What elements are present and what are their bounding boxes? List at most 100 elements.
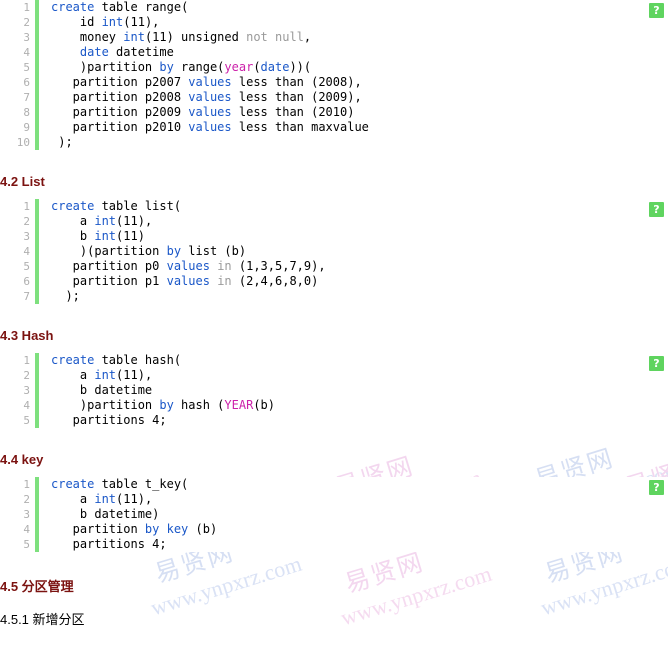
broken-image-badge: ?: [649, 202, 664, 217]
code-line: partitions 4;: [51, 537, 217, 552]
broken-image-badge: ?: [649, 3, 664, 18]
line-number: 6: [23, 76, 30, 89]
code-block-t-key[interactable]: ? 1 2 3 4 5 create table t_key( a int(11), b…: [0, 477, 668, 552]
line-number: 5: [23, 538, 30, 551]
code-line: a int(11),: [51, 492, 217, 507]
code-token: (b): [253, 398, 275, 412]
code-token: partition p2009: [51, 105, 189, 119]
code-text[interactable]: create table range( id int(11), money in…: [39, 0, 369, 150]
line-number-gutter: 1 2 3 4 5: [0, 477, 35, 552]
code-line: b int(11): [51, 229, 326, 244]
code-block-range[interactable]: ? 1 2 3 4 5 6 7 8 9 10 create table range( id int…: [0, 0, 668, 150]
code-token: hash (: [173, 398, 225, 412]
line-number: 3: [23, 230, 30, 243]
code-token: less than maxvalue: [231, 120, 369, 134]
code-block-list[interactable]: ? 1 2 3 4 5 6 7 create table list( a int(11), …: [0, 199, 668, 304]
code-token: partitions 4;: [51, 413, 167, 427]
code-token: partition p2010: [51, 120, 189, 134]
line-number: 1: [23, 354, 30, 367]
code-token: a: [51, 214, 95, 228]
code-line: money int(11) unsigned not null,: [51, 30, 369, 45]
code-token: date: [260, 60, 290, 74]
code-token: partition p1: [51, 274, 167, 288]
code-token: b datetime: [51, 383, 153, 397]
code-line: );: [51, 289, 326, 304]
code-token: values: [188, 120, 232, 134]
heading-4-5-1-add-partition: 4.5.1 新增分区: [0, 612, 85, 627]
line-number: 2: [23, 369, 30, 382]
code-token: ,: [303, 30, 312, 44]
code-token: values: [166, 274, 210, 288]
code-token: (11),: [123, 15, 160, 29]
code-token: (11) unsigned: [144, 30, 247, 44]
code-line: create table hash(: [51, 353, 275, 368]
line-number: 2: [23, 493, 30, 506]
code-token: )partition: [51, 398, 160, 412]
code-line: partition p0 values in (1,3,5,7,9),: [51, 259, 326, 274]
line-number: 1: [23, 478, 30, 491]
code-token: (b): [188, 522, 218, 536]
code-block-hash[interactable]: ? 1 2 3 4 5 create table hash( a int(11), b …: [0, 353, 668, 428]
code-token: in: [217, 259, 232, 273]
line-number: 5: [23, 260, 30, 273]
line-number: 4: [23, 399, 30, 412]
code-token: values: [188, 90, 232, 104]
code-token: int: [123, 30, 145, 44]
code-token: id: [51, 15, 102, 29]
line-number: 7: [23, 91, 30, 104]
code-text[interactable]: create table list( a int(11), b int(11) …: [39, 199, 326, 304]
code-line: partition p2008 values less than (2009),: [51, 90, 369, 105]
line-number: 3: [23, 31, 30, 44]
code-token: not null: [246, 30, 304, 44]
code-token: in: [217, 274, 232, 288]
code-token: int: [94, 229, 117, 243]
line-number: 7: [23, 290, 30, 303]
code-token: values: [166, 259, 210, 273]
code-token: )partition: [51, 60, 160, 74]
code-token: int: [101, 15, 124, 29]
code-token: (11),: [116, 368, 153, 382]
code-token: by: [144, 522, 160, 536]
code-token: int: [94, 368, 117, 382]
code-text[interactable]: create table hash( a int(11), b datetime…: [39, 353, 275, 428]
code-token: int: [94, 492, 117, 506]
broken-image-badge: ?: [649, 356, 664, 371]
code-token: range(: [137, 0, 189, 14]
code-token: less than (2010): [231, 105, 355, 119]
line-number: 3: [23, 384, 30, 397]
code-token: partition p2007: [51, 75, 189, 89]
code-token: table t_key(: [94, 477, 189, 491]
code-token: create: [51, 199, 95, 213]
line-number: 4: [23, 245, 30, 258]
code-line: )partition by hash (YEAR(b): [51, 398, 275, 413]
code-token: create: [51, 0, 95, 14]
code-token: YEAR: [224, 398, 254, 412]
code-line: partition p2010 values less than maxvalu…: [51, 120, 369, 135]
line-number: 1: [23, 1, 30, 14]
code-line: partition p2007 values less than (2008),: [51, 75, 369, 90]
code-line: partition p1 values in (2,4,6,8,0): [51, 274, 326, 289]
code-token: partition p2008: [51, 90, 189, 104]
heading-4-3-hash: 4.3 Hash: [0, 328, 54, 343]
code-token: date: [79, 45, 109, 59]
code-text[interactable]: create table t_key( a int(11), b datetim…: [39, 477, 217, 552]
code-line: partition by key (b): [51, 522, 218, 537]
code-token: by: [159, 60, 174, 74]
code-token: (2,4,6,8,0): [231, 274, 319, 288]
broken-image-badge: ?: [649, 480, 664, 495]
code-token: (11),: [116, 492, 153, 506]
code-line: a int(11),: [51, 368, 275, 383]
heading-4-5-partition-management: 4.5 分区管理: [0, 579, 74, 594]
code-line: partitions 4;: [51, 413, 275, 428]
code-token: key: [166, 522, 189, 536]
line-number: 4: [23, 523, 30, 536]
code-token: create: [51, 477, 95, 491]
code-token: less than (2008),: [231, 75, 362, 89]
code-token: a: [51, 368, 95, 382]
code-token: );: [51, 289, 80, 303]
document-content: ? 1 2 3 4 5 6 7 8 9 10 create table range( id int…: [0, 0, 668, 628]
code-line: partition p2009 values less than (2010): [51, 105, 369, 120]
line-number-gutter: 1 2 3 4 5 6 7: [0, 199, 35, 304]
line-number: 5: [23, 61, 30, 74]
line-number: 5: [23, 414, 30, 427]
